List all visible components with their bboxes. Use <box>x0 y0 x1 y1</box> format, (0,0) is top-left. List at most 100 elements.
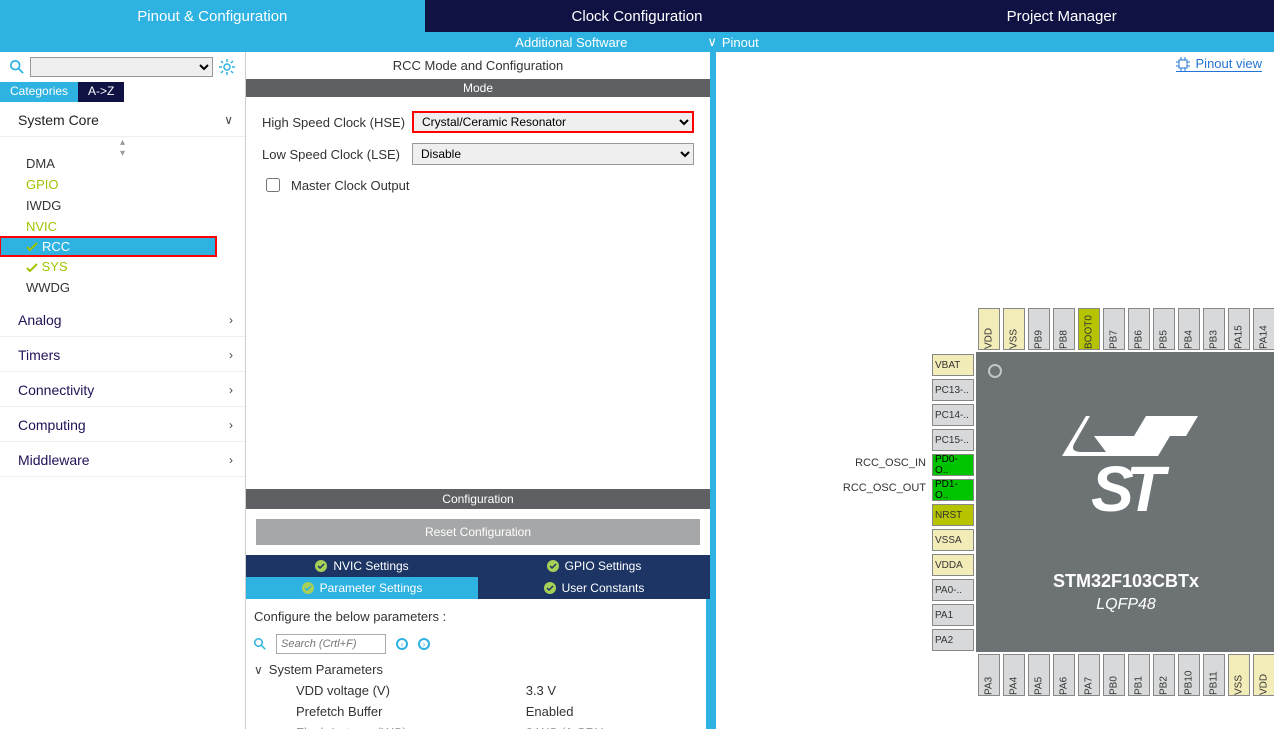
ext-label-osc-out: RCC_OSC_OUT <box>826 482 926 494</box>
pin-pb8[interactable]: PB8 <box>1053 308 1075 350</box>
pin-pc13[interactable]: PC13-.. <box>932 379 974 401</box>
right-panel: Pinout view ST STM32F103CBTx LQFP48 RCC_… <box>716 52 1274 729</box>
tab-pinout-config[interactable]: Pinout & Configuration <box>0 0 425 32</box>
pin-pb6[interactable]: PB6 <box>1128 308 1150 350</box>
pinout-view-button[interactable]: Pinout view <box>1176 56 1262 72</box>
side-tab-az[interactable]: A->Z <box>78 82 124 102</box>
pin-pc14[interactable]: PC14-.. <box>932 404 974 426</box>
lse-select[interactable]: Disable <box>412 143 694 165</box>
pin-pa4[interactable]: PA4 <box>1003 654 1025 696</box>
link-additional-software[interactable]: Additional Software <box>515 35 627 50</box>
mco-checkbox[interactable] <box>266 178 280 192</box>
ok-icon <box>302 582 314 594</box>
left-panel: Categories A->Z System Core∨ ▴▾ DMA GPIO… <box>0 52 246 729</box>
cat-timers[interactable]: Timers› <box>0 337 245 372</box>
component-search[interactable] <box>30 57 213 77</box>
param-header[interactable]: ∨System Parameters <box>254 660 696 679</box>
check-icon <box>26 262 38 274</box>
pin-vdda[interactable]: VDDA <box>932 554 974 576</box>
pin-pc15[interactable]: PC15-.. <box>932 429 974 451</box>
item-wwdg[interactable]: WWDG <box>26 277 216 298</box>
item-nvic[interactable]: NVIC <box>26 216 216 237</box>
pin-vss[interactable]: VSS <box>1228 654 1250 696</box>
check-icon <box>26 241 38 253</box>
mco-label: Master Clock Output <box>291 178 410 193</box>
pin-pa5[interactable]: PA5 <box>1028 654 1050 696</box>
mode-header: Mode <box>246 79 710 97</box>
ok-icon <box>544 582 556 594</box>
search-icon <box>10 60 24 74</box>
item-dma[interactable]: DMA <box>26 153 216 174</box>
pin-pa1[interactable]: PA1 <box>932 604 974 626</box>
pin-pb5[interactable]: PB5 <box>1153 308 1175 350</box>
pin-pb11[interactable]: PB11 <box>1203 654 1225 696</box>
pin-pa15[interactable]: PA15 <box>1228 308 1250 350</box>
chip-package: LQFP48 <box>1096 596 1156 614</box>
tab-parameter-settings[interactable]: Parameter Settings <box>246 577 478 599</box>
ok-icon <box>315 560 327 572</box>
cat-computing[interactable]: Computing› <box>0 407 245 442</box>
pin-pb10[interactable]: PB10 <box>1178 654 1200 696</box>
middle-panel: RCC Mode and Configuration Mode High Spe… <box>246 52 716 729</box>
main-tab-bar: Pinout & Configuration Clock Configurati… <box>0 0 1274 32</box>
item-rcc[interactable]: RCC <box>0 237 216 256</box>
pin-pa14[interactable]: PA14 <box>1253 308 1274 350</box>
param-row[interactable]: Flash Latency(WS)0 WS (1 CPU cy <box>256 723 694 729</box>
item-gpio[interactable]: GPIO <box>26 174 216 195</box>
param-search[interactable] <box>276 634 386 654</box>
pin-pb4[interactable]: PB4 <box>1178 308 1200 350</box>
reset-config-button[interactable]: Reset Configuration <box>256 519 700 545</box>
next-result-button[interactable]: › <box>418 638 430 650</box>
pin-pb0[interactable]: PB0 <box>1103 654 1125 696</box>
chip-view[interactable]: ST STM32F103CBTx LQFP48 RCC_OSC_IN RCC_O… <box>826 302 1274 702</box>
tab-gpio-settings[interactable]: GPIO Settings <box>478 555 710 577</box>
mid-title: RCC Mode and Configuration <box>246 52 710 79</box>
pin-pb2[interactable]: PB2 <box>1153 654 1175 696</box>
pin-vdd[interactable]: VDD <box>1253 654 1274 696</box>
pin-vbat[interactable]: VBAT <box>932 354 974 376</box>
hse-select[interactable]: Crystal/Ceramic Resonator <box>412 111 694 133</box>
configuration-header: Configuration <box>246 489 710 509</box>
hse-label: High Speed Clock (HSE) <box>262 115 412 130</box>
side-tab-categories[interactable]: Categories <box>0 82 78 102</box>
chip-body: ST STM32F103CBTx LQFP48 <box>976 352 1274 652</box>
pin-pa3[interactable]: PA3 <box>978 654 1000 696</box>
pin-pb3[interactable]: PB3 <box>1203 308 1225 350</box>
param-row[interactable]: VDD voltage (V)3.3 V <box>256 681 694 700</box>
pin-pa6[interactable]: PA6 <box>1053 654 1075 696</box>
tab-user-constants[interactable]: User Constants <box>478 577 710 599</box>
cat-connectivity[interactable]: Connectivity› <box>0 372 245 407</box>
gear-icon[interactable] <box>219 59 235 75</box>
pin-boot0[interactable]: BOOT0 <box>1078 308 1100 350</box>
lse-label: Low Speed Clock (LSE) <box>262 147 412 162</box>
pin-pa0[interactable]: PA0-.. <box>932 579 974 601</box>
cat-analog[interactable]: Analog› <box>0 302 245 337</box>
pin-vssa[interactable]: VSSA <box>932 529 974 551</box>
pin-pb7[interactable]: PB7 <box>1103 308 1125 350</box>
pin-vdd[interactable]: VDD <box>978 308 1000 350</box>
prev-result-button[interactable]: ‹ <box>396 638 408 650</box>
pin-pd1o[interactable]: PD1-O.. <box>932 479 974 501</box>
ext-label-osc-in: RCC_OSC_IN <box>826 457 926 469</box>
pin-pb1[interactable]: PB1 <box>1128 654 1150 696</box>
cat-middleware[interactable]: Middleware› <box>0 442 245 477</box>
search-icon <box>254 638 266 650</box>
dropdown-pinout[interactable]: ∨ Pinout <box>707 34 758 50</box>
pin-pb9[interactable]: PB9 <box>1028 308 1050 350</box>
pin-pa7[interactable]: PA7 <box>1078 654 1100 696</box>
cat-system-core[interactable]: System Core∨ <box>0 102 245 137</box>
tab-project-manager[interactable]: Project Manager <box>849 0 1274 32</box>
config-hint: Configure the below parameters : <box>254 605 696 628</box>
item-sys[interactable]: SYS <box>26 256 216 277</box>
item-iwdg[interactable]: IWDG <box>26 195 216 216</box>
chip-icon <box>1176 57 1190 71</box>
tab-nvic-settings[interactable]: NVIC Settings <box>246 555 478 577</box>
sort-toggle[interactable]: ▴▾ <box>0 137 245 149</box>
pin-nrst[interactable]: NRST <box>932 504 974 526</box>
chip-part-number: STM32F103CBTx <box>1053 571 1199 592</box>
tab-clock-config[interactable]: Clock Configuration <box>425 0 850 32</box>
param-row[interactable]: Prefetch BufferEnabled <box>256 702 694 721</box>
pin-pa2[interactable]: PA2 <box>932 629 974 651</box>
pin-vss[interactable]: VSS <box>1003 308 1025 350</box>
pin-pd0o[interactable]: PD0-O.. <box>932 454 974 476</box>
